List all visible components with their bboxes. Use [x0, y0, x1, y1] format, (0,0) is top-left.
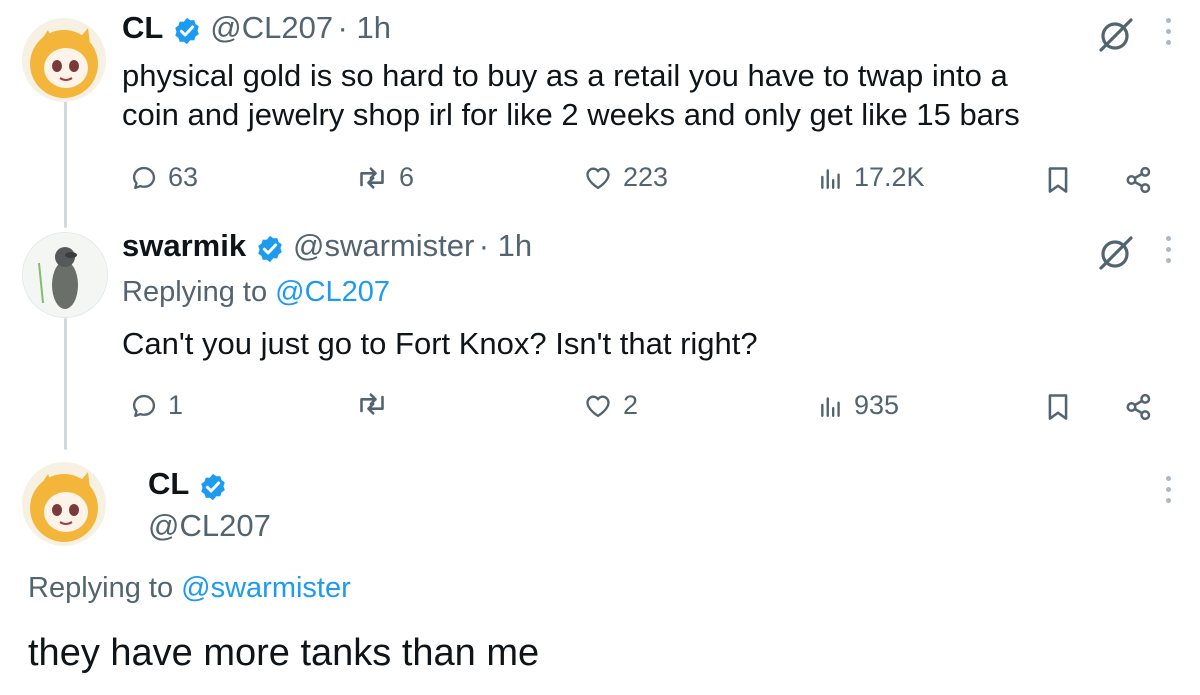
avatar[interactable] [22, 18, 106, 102]
repost-button[interactable]: 6 [355, 162, 414, 193]
verified-icon [255, 234, 285, 269]
reply-count: 1 [168, 390, 184, 420]
repost-button[interactable] [355, 390, 389, 418]
handle[interactable]: @swarmister [293, 228, 474, 263]
more-icon[interactable] [1166, 236, 1172, 269]
tweet-text-line: physical gold is so hard to buy as a ret… [122, 58, 1008, 93]
repost-icon [360, 166, 384, 189]
views-icon [821, 396, 840, 417]
handle[interactable]: @CL207 [148, 508, 271, 544]
like-button[interactable]: 2 [583, 390, 638, 421]
bookmark-icon[interactable] [1044, 165, 1072, 200]
share-icon[interactable] [1124, 165, 1154, 200]
handle[interactable]: @CL207 [210, 10, 333, 45]
like-icon [586, 395, 610, 417]
replying-handle-link[interactable]: @CL207 [275, 276, 390, 308]
views-button[interactable]: 17.2K [818, 162, 925, 193]
tweet-header: swarmik @swarmister · 1h [122, 228, 532, 269]
verified-icon [198, 472, 228, 507]
reply-icon [132, 394, 156, 417]
views-icon [821, 168, 840, 189]
replying-to: Replying to @CL207 [122, 274, 390, 310]
like-icon [586, 167, 610, 189]
replying-to: Replying to @swarmister [28, 570, 351, 606]
bookmark-icon[interactable] [1044, 392, 1072, 427]
avatar[interactable] [22, 462, 106, 546]
tweet-text: Can't you just go to Fort Knox? Isn't th… [122, 326, 758, 361]
tweet-text: they have more tanks than me [28, 632, 540, 674]
grok-icon[interactable] [1095, 232, 1139, 277]
avatar[interactable] [22, 232, 108, 318]
more-icon[interactable] [1166, 476, 1172, 509]
reply-icon [132, 166, 156, 189]
timestamp[interactable]: · 1h [338, 10, 391, 45]
repost-count: 6 [399, 162, 415, 192]
reply-count: 63 [168, 162, 199, 192]
views-count: 17.2K [854, 162, 925, 192]
like-count: 2 [623, 390, 639, 420]
tweet-text: physical gold is so hard to buy as a ret… [122, 56, 1182, 134]
like-count: 223 [623, 162, 669, 192]
timestamp[interactable]: · 1h [479, 228, 532, 263]
more-icon[interactable] [1166, 18, 1172, 51]
reply-button[interactable]: 63 [130, 162, 198, 193]
reply-button[interactable]: 1 [130, 390, 183, 421]
share-icon[interactable] [1124, 392, 1154, 427]
thread-line [64, 318, 67, 450]
display-name[interactable]: CL [122, 10, 163, 45]
thread-line [64, 100, 67, 228]
tweet-text-line: coin and jewelry shop irl for like 2 wee… [122, 97, 1020, 132]
display-name[interactable]: swarmik [122, 228, 246, 263]
display-name[interactable]: CL [148, 466, 189, 501]
like-button[interactable]: 223 [583, 162, 668, 193]
repost-icon [360, 393, 384, 415]
replying-prefix: Replying to [28, 572, 174, 604]
replying-prefix: Replying to [122, 276, 268, 308]
tweet-header: CL [148, 466, 228, 507]
grok-icon[interactable] [1095, 14, 1139, 59]
views-count: 935 [854, 390, 900, 420]
tweet-header: CL @CL207 · 1h [122, 10, 391, 51]
verified-icon [172, 16, 202, 51]
replying-handle-link[interactable]: @swarmister [181, 572, 351, 604]
views-button[interactable]: 935 [818, 390, 899, 421]
